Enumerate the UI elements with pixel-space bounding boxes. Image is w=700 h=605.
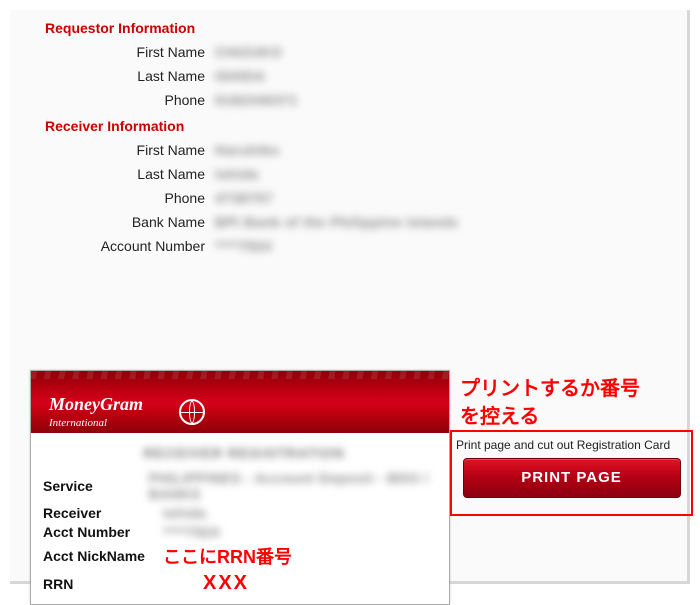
card-heading: RECEIVER REGISTRATION [43,441,445,467]
receiver-last-name-value: Ishida [215,166,258,182]
annotation-line1: プリントするか番号 [460,378,640,400]
requestor-first-name-label: First Name [10,44,215,60]
annotation-rrn-here: ここにRRN番号 [163,543,292,569]
form-panel: Requestor Information First Name CHIZUKO… [10,10,690,584]
annotation-print-note: プリントするか番号 を控える [460,375,695,431]
receiver-bank-label: Bank Name [10,214,215,230]
registration-card: MoneyGram International RECEIVER REGISTR… [30,370,450,605]
requestor-phone-value: 0182346371 [215,92,298,108]
card-acct-label: Acct Number [43,524,163,540]
card-service-value: PHILIPPINES - Account Deposit - BDO / BA… [149,470,445,502]
receiver-phone-label: Phone [10,190,215,206]
requestor-section-title: Requestor Information [45,20,687,36]
requestor-phone-label: Phone [10,92,215,108]
receiver-phone-value: 4738757 [215,190,273,206]
card-receiver-value: Ishida [163,505,206,521]
annotation-line2: を控える [460,406,539,428]
card-banner: MoneyGram International [31,371,449,433]
card-nick-label: Acct NickName [43,548,163,564]
card-service-label: Service [43,478,149,494]
globe-icon [179,399,205,425]
receiver-acct-value: ****7924 [215,238,272,254]
requestor-first-name-value: CHIZUKO [215,44,282,60]
receiver-first-name-value: Haruhiko [215,142,280,158]
print-box: Print page and cut out Registration Card… [450,430,693,516]
requestor-last-name-label: Last Name [10,68,215,84]
receiver-acct-label: Account Number [10,238,215,254]
print-caption: Print page and cut out Registration Card [456,438,687,452]
annotation-rrn-placeholder: XXX [163,572,249,595]
card-rrn-label: RRN [43,576,163,592]
receiver-bank-value: BPI Bank of the Philippine Islands [215,214,458,230]
brand-sub: International [49,417,107,429]
brand-name: MoneyGram [49,394,143,415]
card-body: RECEIVER REGISTRATION Service PHILIPPINE… [31,433,449,604]
receiver-last-name-label: Last Name [10,166,215,182]
card-acct-value: ****7924 [163,524,220,540]
print-page-button[interactable]: PRINT PAGE [463,458,681,498]
receiver-first-name-label: First Name [10,142,215,158]
requestor-last-name-value: ISHIDA [215,68,265,84]
receiver-section-title: Receiver Information [45,118,687,134]
card-receiver-label: Receiver [43,505,163,521]
